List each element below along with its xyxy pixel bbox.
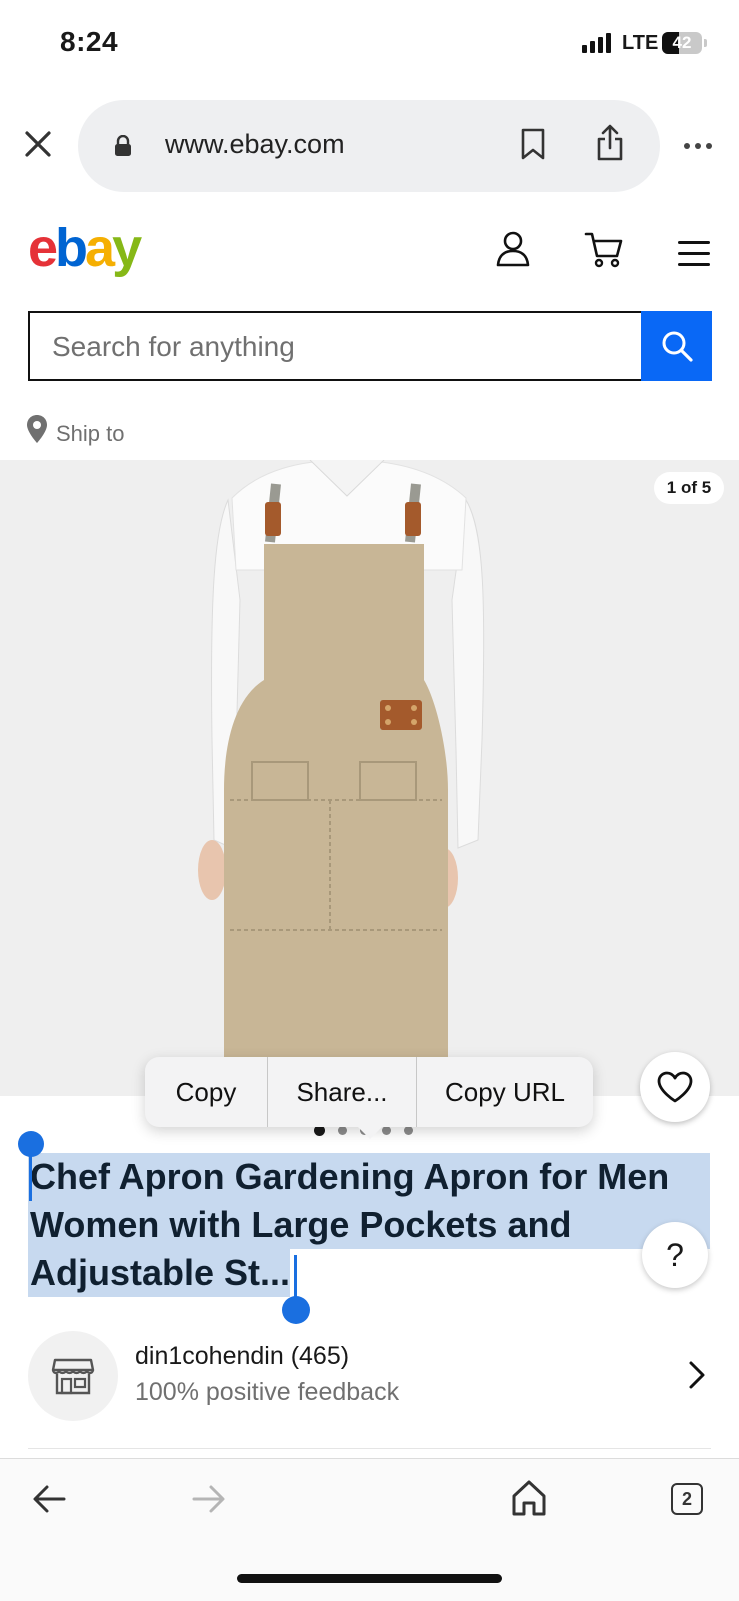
logo-letter-e: e <box>28 218 58 278</box>
text-selection-menu: Copy Share... Copy URL <box>145 1057 593 1127</box>
seller-feedback: 100% positive feedback <box>135 1378 400 1406</box>
share-menu-item[interactable]: Share... <box>268 1057 417 1127</box>
search-button[interactable] <box>641 311 712 381</box>
cart-icon[interactable] <box>584 230 624 275</box>
home-icon[interactable] <box>510 1479 548 1522</box>
title-line: Chef Apron Gardening Apron for Men <box>28 1153 710 1201</box>
battery-nub <box>704 39 707 47</box>
ship-to-link[interactable]: Ship to <box>56 421 125 447</box>
menu-icon[interactable] <box>678 241 710 274</box>
selection-end-handle[interactable] <box>282 1296 310 1324</box>
selection-start-handle[interactable] <box>18 1131 44 1157</box>
image-counter: 1 of 5 <box>654 472 724 504</box>
url-text[interactable]: www.ebay.com <box>165 129 345 160</box>
share-icon[interactable] <box>595 124 625 167</box>
heart-icon <box>657 1071 693 1103</box>
network-label: LTE <box>622 32 659 54</box>
battery-level: 42 <box>672 33 692 52</box>
chevron-right-icon[interactable] <box>688 1360 706 1395</box>
store-icon[interactable] <box>28 1331 118 1421</box>
copy-menu-item[interactable]: Copy <box>145 1057 268 1127</box>
search-input[interactable] <box>50 313 634 381</box>
search-icon <box>662 331 693 362</box>
status-time: 8:24 <box>60 26 119 57</box>
title-line: Adjustable St... <box>28 1249 291 1297</box>
help-button[interactable]: ? <box>642 1222 708 1288</box>
seller-name[interactable]: din1cohendin (465) <box>135 1342 349 1371</box>
logo-letter-a: a <box>85 218 115 278</box>
selection-end-caret <box>294 1255 297 1299</box>
selection-start-caret <box>29 1155 32 1201</box>
carousel-dot[interactable] <box>338 1126 347 1135</box>
copy-url-menu-item[interactable]: Copy URL <box>417 1057 593 1127</box>
product-title[interactable]: Chef Apron Gardening Apron for Men Women… <box>28 1153 710 1297</box>
product-image[interactable] <box>0 460 739 1096</box>
tabs-icon[interactable]: 2 <box>671 1483 703 1515</box>
divider <box>28 1448 711 1449</box>
logo-letter-y: y <box>112 218 142 278</box>
lock-icon <box>114 134 132 162</box>
location-pin-icon[interactable] <box>26 414 48 449</box>
close-icon[interactable] <box>22 128 54 160</box>
ebay-logo[interactable]: ebay <box>28 218 142 278</box>
menu-pointer <box>356 1125 384 1139</box>
search-box <box>28 311 642 381</box>
bookmark-icon[interactable] <box>520 127 546 166</box>
watchlist-button[interactable] <box>640 1052 710 1122</box>
signal-icon <box>582 33 611 53</box>
more-icon[interactable] <box>684 143 712 149</box>
forward-arrow-icon[interactable] <box>192 1484 226 1519</box>
title-line: Women with Large Pockets and <box>28 1201 710 1249</box>
carousel-dot[interactable] <box>404 1126 413 1135</box>
home-indicator[interactable] <box>237 1574 502 1583</box>
logo-letter-b: b <box>55 218 88 278</box>
battery-icon: 42 <box>662 32 702 54</box>
account-icon[interactable] <box>495 230 531 273</box>
back-arrow-icon[interactable] <box>32 1484 66 1519</box>
